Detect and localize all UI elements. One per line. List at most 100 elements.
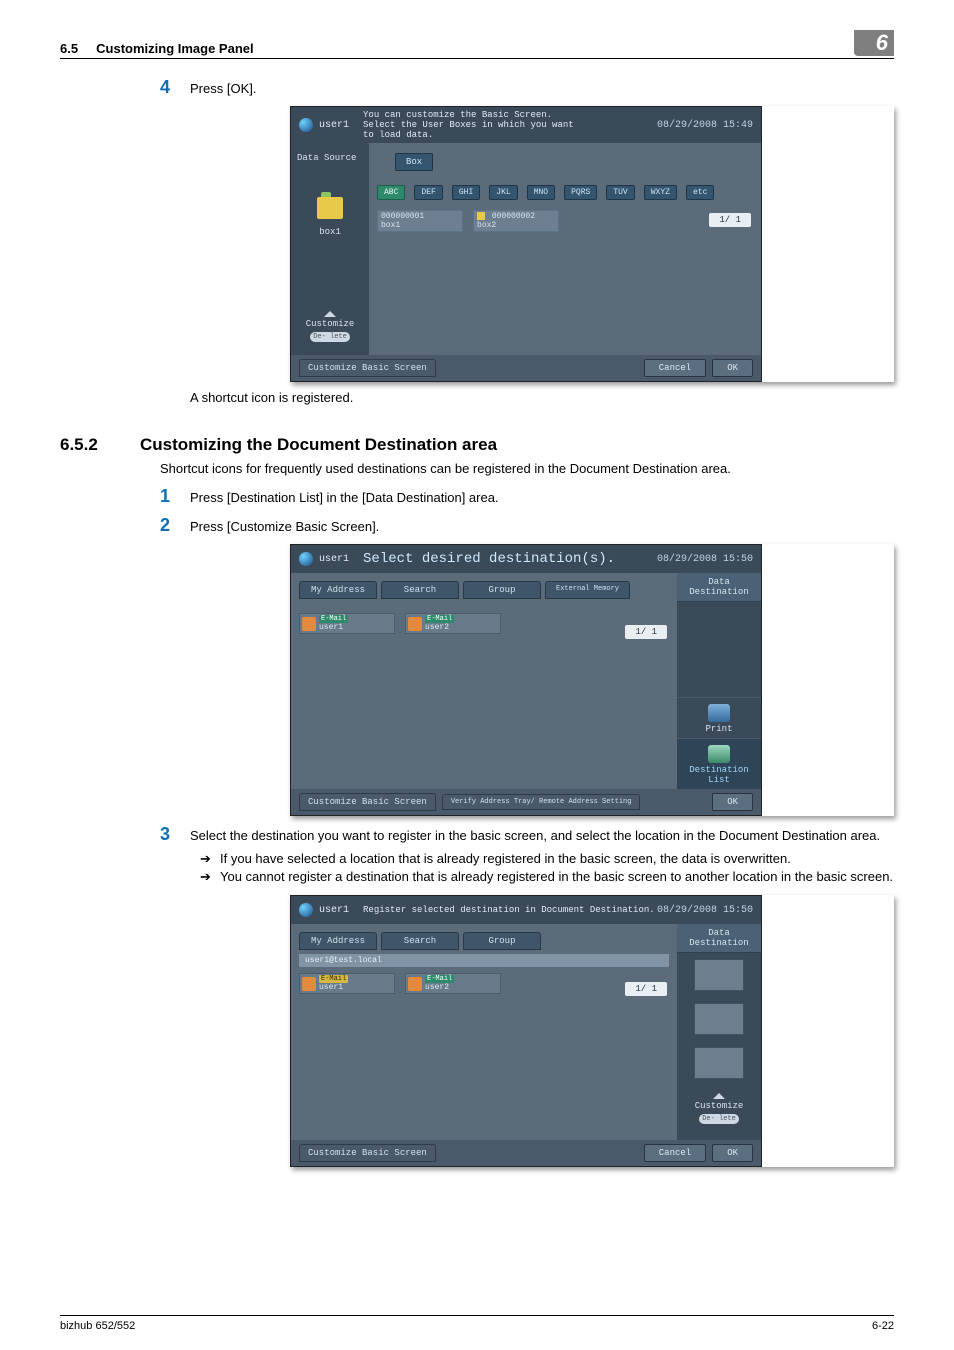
- user-icon: [299, 552, 313, 566]
- panel-footer: Customize Basic Screen Cancel OK: [291, 355, 761, 381]
- bullet-text: You cannot register a destination that i…: [220, 869, 893, 885]
- center-area: Box ABC DEF GHI JKL MNO PQRS TUV WXYZ et…: [369, 143, 761, 355]
- tab-row: My Address Search Group: [299, 932, 669, 950]
- titlebar: user1 You can customize the Basic Screen…: [291, 107, 761, 143]
- step-text: Press [Destination List] in the [Data De…: [190, 486, 499, 505]
- step-number: 1: [160, 486, 190, 507]
- alpha-tab[interactable]: PQRS: [564, 185, 597, 200]
- page-indicator: 1/ 1: [709, 213, 751, 227]
- tab-search[interactable]: Search: [381, 581, 459, 599]
- box-button[interactable]: Box: [395, 153, 433, 171]
- alpha-tab[interactable]: DEF: [414, 185, 442, 200]
- footer-left: bizhub 652/552: [60, 1320, 135, 1332]
- destination-slot[interactable]: [694, 1047, 744, 1079]
- delete-pill[interactable]: De- lete: [699, 1114, 739, 1124]
- left-rail: Data Source box1 Customize De- lete: [291, 143, 369, 355]
- customize-basic-screen-tab[interactable]: Customize Basic Screen: [299, 793, 436, 811]
- tab-group[interactable]: Group: [463, 932, 541, 950]
- alpha-tab[interactable]: GHI: [452, 185, 480, 200]
- user-box-entry[interactable]: 000000001 box1: [377, 210, 463, 232]
- section-number: 6.5: [60, 41, 78, 56]
- tab-search[interactable]: Search: [381, 932, 459, 950]
- page-indicator: 1/ 1: [625, 625, 667, 639]
- tab-external-memory[interactable]: External Memory: [545, 581, 630, 599]
- destination-slot[interactable]: [694, 959, 744, 991]
- panel-footer: Customize Basic Screen Cancel OK: [291, 1140, 761, 1166]
- email-icon: [302, 617, 316, 631]
- page-header: 6.5 Customizing Image Panel 6: [60, 30, 894, 59]
- alpha-tabs: ABC DEF GHI JKL MNO PQRS TUV WXYZ etc: [377, 185, 753, 204]
- screenshot-1: user1 You can customize the Basic Screen…: [290, 106, 894, 382]
- bullet-text: If you have selected a location that is …: [220, 851, 791, 867]
- timestamp: 08/29/2008 15:50: [657, 554, 753, 565]
- user-label: user1: [319, 905, 349, 916]
- screenshot-3: user1 Register selected destination in D…: [290, 895, 894, 1167]
- step-3-bullets: ➔If you have selected a location that is…: [200, 851, 894, 885]
- step-text: Select the destination you want to regis…: [190, 824, 880, 843]
- title-message: Register selected destination in Documen…: [363, 905, 657, 915]
- ok-button[interactable]: OK: [712, 793, 753, 811]
- print-item[interactable]: Print: [677, 697, 761, 738]
- destination-card[interactable]: E-Mailuser2: [405, 613, 501, 634]
- user-icon: [299, 118, 313, 132]
- alpha-tab[interactable]: TUV: [606, 185, 634, 200]
- tab-row: My Address Search Group External Memory: [299, 581, 669, 599]
- delete-pill[interactable]: De- lete: [310, 332, 350, 342]
- box-icon[interactable]: [317, 197, 343, 219]
- customize-label: Customize: [291, 319, 369, 329]
- address-strip: user1@test.local: [299, 954, 669, 967]
- screenshot-2: user1 Select desired destination(s). 08/…: [290, 544, 894, 816]
- user-label: user1: [319, 554, 349, 565]
- step-4: 4 Press [OK].: [160, 77, 894, 98]
- alpha-tab[interactable]: etc: [686, 185, 714, 200]
- cancel-button[interactable]: Cancel: [644, 359, 706, 377]
- page-indicator: 1/ 1: [625, 982, 667, 996]
- alpha-tab[interactable]: JKL: [489, 185, 517, 200]
- timestamp: 08/29/2008 15:49: [657, 120, 753, 131]
- customize-block[interactable]: Customize De- lete: [677, 1089, 761, 1131]
- cancel-button[interactable]: Cancel: [644, 1144, 706, 1162]
- user-icon: [299, 903, 313, 917]
- title-message: Select desired destination(s).: [363, 554, 657, 564]
- titlebar: user1 Select desired destination(s). 08/…: [291, 545, 761, 573]
- destination-slot[interactable]: [694, 1003, 744, 1035]
- data-destination-label: Data Destination: [677, 573, 761, 602]
- alpha-tab[interactable]: ABC: [377, 185, 405, 200]
- footer-right: 6-22: [872, 1320, 894, 1332]
- arrow-icon: ➔: [200, 869, 220, 885]
- step-2: 2 Press [Customize Basic Screen].: [160, 515, 894, 536]
- data-destination-label: Data Destination: [677, 924, 761, 953]
- destination-list-item[interactable]: Destination List: [677, 738, 761, 789]
- user-box-entry[interactable]: 000000002 box2: [473, 210, 559, 232]
- destination-card[interactable]: E-Mailuser1: [299, 613, 395, 634]
- page-footer: bizhub 652/552 6-22: [60, 1315, 894, 1332]
- destination-card[interactable]: E-Mailuser2: [405, 973, 501, 994]
- box-label: box1: [291, 223, 369, 241]
- email-icon: [408, 977, 422, 991]
- alpha-tab[interactable]: WXYZ: [644, 185, 677, 200]
- tab-my-address[interactable]: My Address: [299, 932, 377, 950]
- ok-button[interactable]: OK: [712, 1144, 753, 1162]
- chapter-badge: 6: [854, 30, 894, 56]
- ok-button[interactable]: OK: [712, 359, 753, 377]
- verify-address-tab[interactable]: Verify Address Tray/ Remote Address Sett…: [442, 794, 641, 810]
- step-number: 2: [160, 515, 190, 536]
- arrow-icon: ➔: [200, 851, 220, 867]
- titlebar: user1 Register selected destination in D…: [291, 896, 761, 924]
- step-number: 3: [160, 824, 190, 845]
- customize-block[interactable]: Customize De- lete: [291, 307, 369, 349]
- step-3: 3 Select the destination you want to reg…: [160, 824, 894, 845]
- subheading: 6.5.2 Customizing the Document Destinati…: [60, 435, 894, 455]
- customize-basic-screen-tab[interactable]: Customize Basic Screen: [299, 1144, 436, 1162]
- after-note: A shortcut icon is registered.: [190, 390, 894, 405]
- customize-label: Customize: [677, 1101, 761, 1111]
- step-1: 1 Press [Destination List] in the [Data …: [160, 486, 894, 507]
- right-rail: Data Destination Customize De- lete: [677, 924, 761, 1140]
- step-text: Press [OK].: [190, 77, 256, 96]
- tab-group[interactable]: Group: [463, 581, 541, 599]
- destination-card[interactable]: E-Mailuser1: [299, 973, 395, 994]
- alpha-tab[interactable]: MNO: [527, 185, 555, 200]
- tab-my-address[interactable]: My Address: [299, 581, 377, 599]
- customize-basic-screen-tab[interactable]: Customize Basic Screen: [299, 359, 436, 377]
- subheading-number: 6.5.2: [60, 435, 140, 455]
